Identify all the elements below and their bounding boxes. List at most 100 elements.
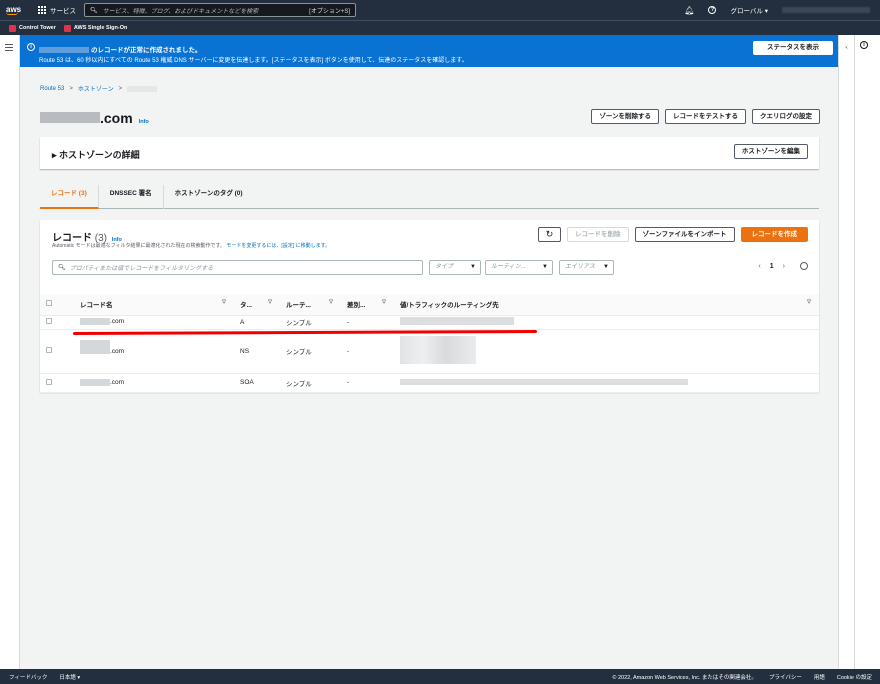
table-row[interactable]: .com SOA シンプル - — [40, 373, 819, 393]
row-checkbox[interactable] — [46, 347, 52, 353]
sort-icon: ▽ — [807, 299, 811, 306]
next-page-icon[interactable]: › — [783, 263, 785, 270]
gear-icon[interactable] — [800, 262, 808, 270]
aws-logo-text: aws — [6, 4, 22, 14]
grid-icon — [38, 6, 46, 14]
language-selector[interactable]: 日本語 ▾ — [59, 673, 80, 681]
alias-select-label: エイリアス — [565, 264, 596, 270]
help-icon[interactable]: ? — [708, 6, 717, 14]
record-differentiator: - — [341, 373, 394, 393]
column-value[interactable]: 値/トラフィックのルーティング先 ▽ — [394, 294, 819, 316]
routing-select[interactable]: ルーティン... ▼ — [485, 260, 553, 275]
refresh-icon[interactable]: ↻ — [538, 227, 562, 242]
row-checkbox-cell — [40, 373, 74, 393]
current-page[interactable]: 1 — [770, 263, 774, 270]
record-type: A — [234, 315, 280, 330]
row-checkbox-cell — [40, 315, 74, 330]
terms-link[interactable]: 用語 — [814, 673, 825, 681]
breadcrumb-route53[interactable]: Route 53 — [40, 86, 64, 92]
cookie-settings-link[interactable]: Cookie の設定 — [837, 673, 872, 681]
table-row[interactable]: .com NS シンプル - — [40, 329, 819, 374]
footer: フィードバック 日本語 ▾ © 2022, Amazon Web Service… — [0, 669, 880, 684]
search-icon: 🔍︎ — [58, 265, 66, 271]
sort-icon: ▽ — [222, 299, 226, 306]
type-select-label: タイプ — [435, 264, 454, 270]
record-differentiator: - — [341, 315, 394, 330]
record-name: .com — [110, 318, 125, 326]
record-value-cell — [394, 315, 819, 330]
zone-name-redacted — [40, 112, 100, 123]
aws-logo[interactable]: aws — [6, 4, 28, 15]
favorites-bar: Control Tower AWS Single Sign-On — [0, 20, 880, 35]
page-actions: ゾーンを削除する レコードをテストする クエリログの設定 — [591, 109, 820, 124]
row-checkbox[interactable] — [46, 318, 52, 324]
favorite-label: Control Tower — [19, 25, 56, 31]
column-routing[interactable]: ルーテ... ▽ — [280, 294, 341, 316]
menu-icon[interactable] — [5, 44, 13, 53]
info-icon[interactable]: i — [860, 41, 868, 49]
record-value-cell — [394, 329, 819, 374]
pagination: ‹ 1 › — [758, 262, 808, 270]
favorite-sso[interactable]: AWS Single Sign-On — [63, 24, 127, 32]
type-select[interactable]: タイプ ▼ — [429, 260, 481, 275]
search-input[interactable]: 🔍︎ サービス、特徴、ブログ、およびドキュメントなどを検索 [オプション+S] — [84, 3, 356, 17]
caret-down-icon: ▼ — [603, 264, 609, 270]
search-shortcut: [オプション+S] — [309, 8, 350, 15]
account-menu[interactable] — [782, 7, 870, 13]
flash-message: Route 53 は、60 秒以内にすべての Route 53 権威 DNS サ… — [39, 58, 468, 64]
breadcrumb-hosted-zones[interactable]: ホストゾーン — [78, 84, 114, 93]
import-zone-file-button[interactable]: ゾーンファイルをインポート — [634, 227, 735, 242]
hosted-zone-details-panel[interactable]: ▸ ホストゾーンの詳細 ホストゾーンを編集 — [40, 137, 819, 169]
settings-link[interactable]: モードを変更するには、[設定] に移動します。 — [226, 243, 330, 249]
alias-select[interactable]: エイリアス ▼ — [559, 260, 614, 275]
test-record-button[interactable]: レコードをテストする — [665, 109, 746, 124]
delete-zone-button[interactable]: ゾーンを削除する — [591, 109, 659, 124]
row-checkbox[interactable] — [46, 378, 52, 385]
record-name: .com — [110, 347, 125, 355]
breadcrumb: Route 53 > ホストゾーン > — [40, 84, 158, 93]
page-title: .com Info — [40, 110, 149, 126]
tab-bar: レコード (3) DNSSEC 署名 ホストゾーンのタグ (0) — [40, 184, 819, 209]
right-rail: ‹ i — [838, 35, 880, 669]
record-name-cell: .com — [74, 373, 234, 393]
table-row[interactable]: .com A シンプル - — [40, 315, 819, 330]
query-log-button[interactable]: クエリログの設定 — [752, 109, 820, 124]
details-title[interactable]: ▸ ホストゾーンの詳細 — [52, 148, 140, 161]
region-selector[interactable]: グローバル ▾ — [730, 5, 768, 15]
record-routing: シンプル — [280, 373, 341, 393]
record-name-cell: .com — [74, 329, 234, 374]
record-value-cell — [394, 373, 819, 393]
records-actions: ↻ レコードを削除 ゾーンファイルをインポート レコードを作成 — [538, 227, 808, 242]
info-link[interactable]: Info — [139, 119, 149, 125]
select-all-checkbox[interactable] — [46, 300, 52, 307]
records-table: レコード名 ▽ タ... ▽ ルーテ... ▽ 差別... ▽ 値/トラフィックのルーテ… — [40, 294, 819, 393]
records-subtext: Automatic モードは最適なフィルタ結果に最適化された現在の検索動作です。… — [52, 242, 330, 249]
view-status-button[interactable]: ステータスを表示 — [753, 41, 833, 55]
prev-page-icon[interactable]: ‹ — [758, 263, 760, 270]
breadcrumb-separator: > — [118, 85, 123, 92]
zone-name-redacted — [39, 47, 89, 54]
bell-icon[interactable]: 🔔︎ — [684, 6, 694, 15]
tab-dnssec[interactable]: DNSSEC 署名 — [99, 184, 164, 209]
services-menu[interactable]: サービス — [38, 5, 76, 15]
favorite-control-tower[interactable]: Control Tower — [9, 24, 56, 32]
record-filter-input[interactable]: 🔍︎ プロパティまたは値でレコードをフィルタリングする — [52, 260, 423, 275]
edit-zone-button[interactable]: ホストゾーンを編集 — [733, 144, 808, 159]
row-checkbox-cell — [40, 329, 74, 374]
services-label: サービス — [50, 8, 76, 15]
column-label: レコード名 — [80, 302, 113, 310]
feedback-link[interactable]: フィードバック — [9, 673, 47, 681]
column-record-name[interactable]: レコード名 ▽ — [74, 294, 234, 316]
record-name-redacted — [80, 378, 110, 386]
column-differentiator[interactable]: 差別... ▽ — [341, 294, 394, 316]
column-type[interactable]: タ... ▽ — [234, 294, 280, 316]
create-record-button[interactable]: レコードを作成 — [740, 227, 808, 242]
close-icon[interactable]: ✕ — [842, 41, 850, 52]
privacy-link[interactable]: プライバシー — [769, 673, 802, 681]
delete-record-button[interactable]: レコードを削除 — [567, 227, 629, 242]
footer-links: © 2022, Amazon Web Services, Inc. またはその関… — [612, 673, 880, 681]
tab-records[interactable]: レコード (3) — [40, 184, 99, 209]
routing-select-label: ルーティン... — [491, 264, 526, 270]
tab-tags[interactable]: ホストゾーンのタグ (0) — [164, 185, 254, 209]
column-label: 値/トラフィックのルーティング先 — [400, 302, 499, 310]
